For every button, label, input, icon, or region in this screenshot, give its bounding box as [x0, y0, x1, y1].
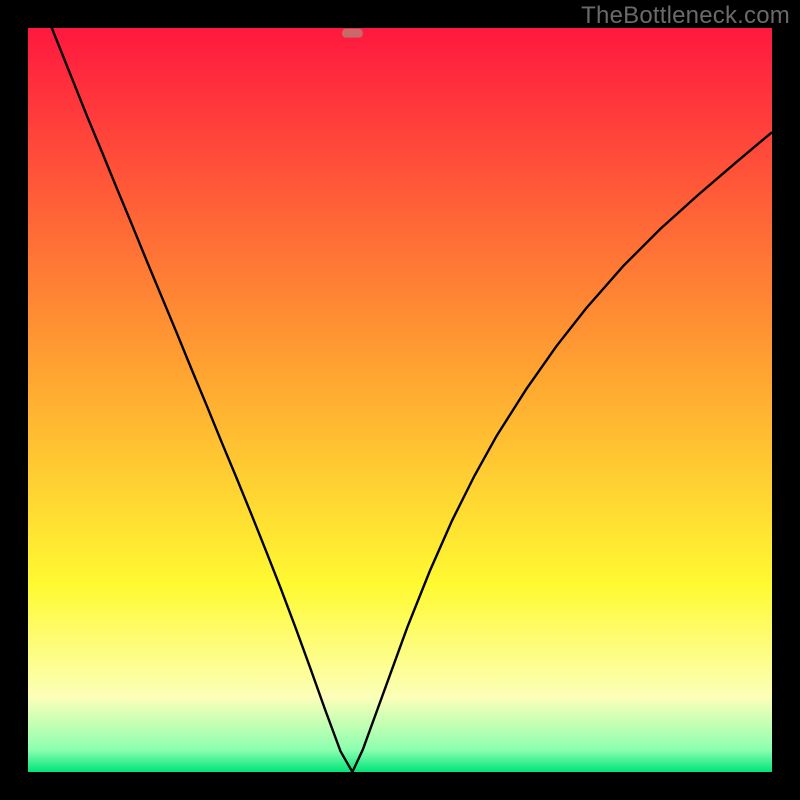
chart-background: [28, 28, 772, 772]
chart-frame: TheBottleneck.com: [0, 0, 800, 800]
minimum-marker: [342, 29, 363, 38]
bottleneck-chart: [28, 28, 772, 772]
watermark-label: TheBottleneck.com: [581, 2, 790, 30]
